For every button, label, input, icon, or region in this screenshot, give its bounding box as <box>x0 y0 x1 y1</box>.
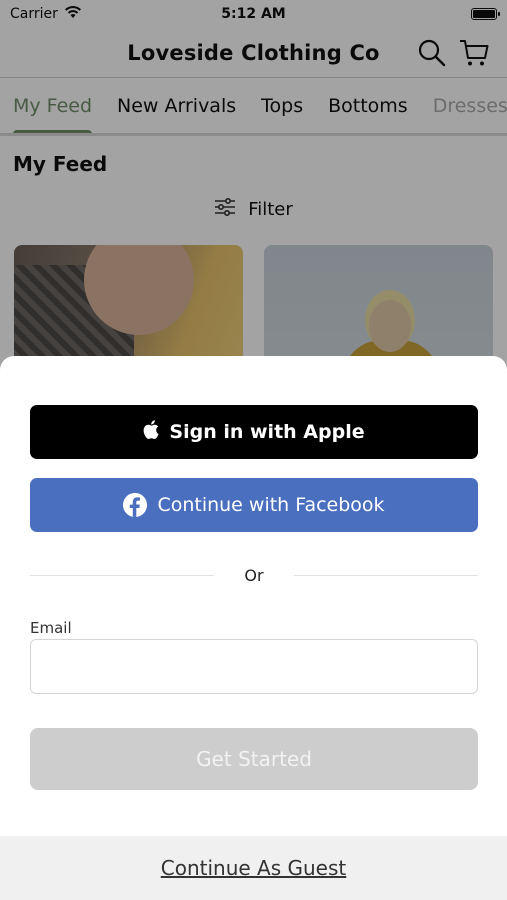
email-input[interactable] <box>30 639 478 694</box>
facebook-button-label: Continue with Facebook <box>157 494 385 516</box>
apple-icon <box>143 420 160 444</box>
get-started-label: Get Started <box>196 747 312 771</box>
sign-in-with-apple-button[interactable]: Sign in with Apple <box>30 405 478 459</box>
facebook-icon <box>123 493 148 517</box>
or-divider: Or <box>30 566 479 585</box>
sign-in-sheet: Sign in with Apple Continue with Faceboo… <box>0 356 507 900</box>
email-label: Email <box>30 619 72 637</box>
or-label: Or <box>244 566 264 585</box>
guest-bar: Continue As Guest <box>0 836 507 900</box>
continue-with-facebook-button[interactable]: Continue with Facebook <box>30 478 478 532</box>
get-started-button[interactable]: Get Started <box>30 728 478 790</box>
continue-as-guest-link[interactable]: Continue As Guest <box>161 856 347 880</box>
apple-button-label: Sign in with Apple <box>169 421 365 443</box>
